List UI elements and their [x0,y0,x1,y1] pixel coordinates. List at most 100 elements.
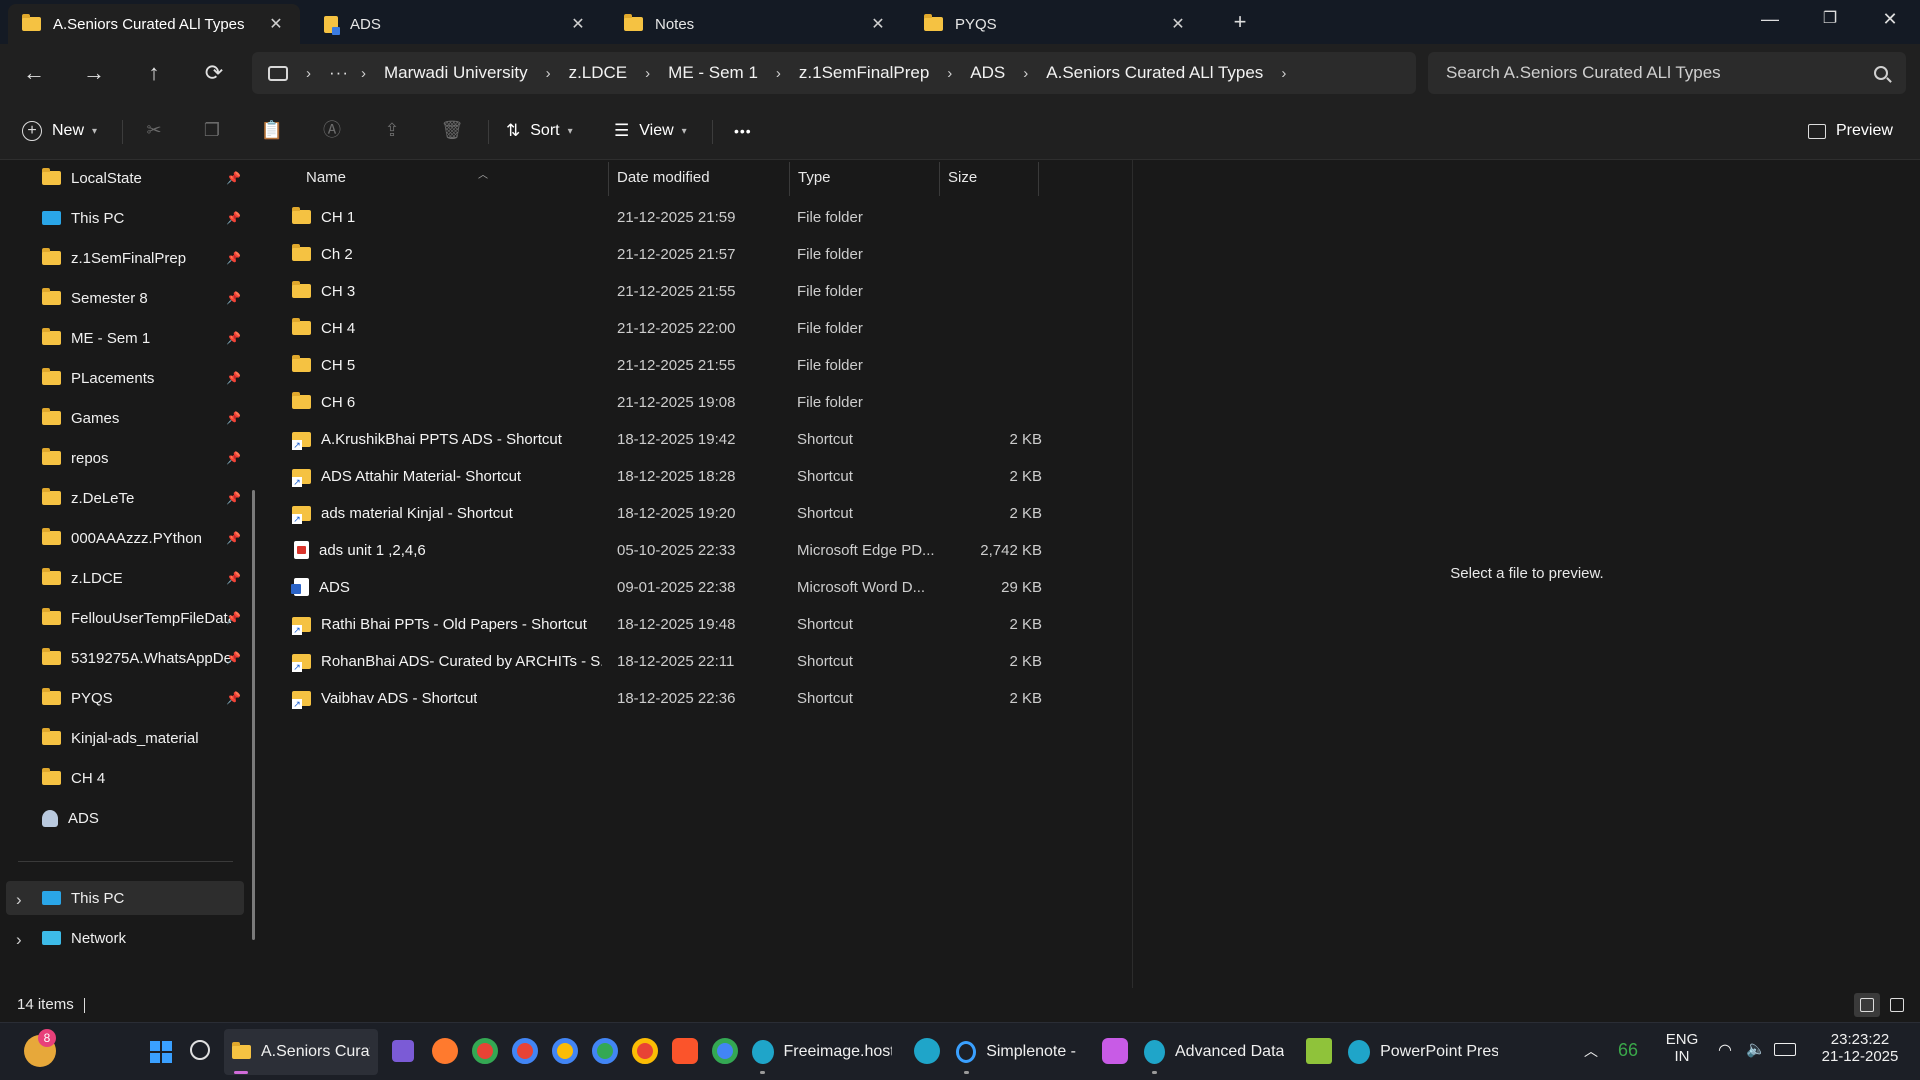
tray-app-counter[interactable]: 66 [1618,1040,1638,1061]
close-tab-icon[interactable]: ✕ [1168,14,1188,34]
breadcrumb-item[interactable]: ME - Sem 1 [668,63,758,83]
close-tab-icon[interactable]: ✕ [568,14,588,34]
chrome-icon[interactable] [632,1038,658,1064]
share-icon[interactable]: ⇪ [380,118,404,142]
sidebar-item[interactable]: z.LDCE 📌 [42,564,242,592]
file-row[interactable]: Vaibhav ADS - Shortcut 18-12-2025 22:36 Sh… [282,681,1082,715]
sidebar-item[interactable]: ADS [42,804,242,832]
sidebar-item[interactable]: z.1SemFinalPrep 📌 [42,244,242,272]
file-row[interactable]: CH 3 21-12-2025 21:55 File folder [282,274,1082,308]
file-row[interactable]: CH 1 21-12-2025 21:59 File folder [282,200,1082,234]
sidebar-item[interactable]: Games 📌 [42,404,242,432]
back-button[interactable]: ← [16,56,52,90]
taskbar-app-simplenote[interactable]: Simplenote - C [948,1029,1088,1075]
column-divider[interactable] [1038,162,1039,196]
sidebar-item[interactable]: repos 📌 [42,444,242,472]
column-header-name[interactable]: Name ︿ [298,160,598,196]
chevron-right-icon[interactable]: › [306,65,311,82]
file-row[interactable]: Ch 2 21-12-2025 21:57 File folder [282,237,1082,271]
show-hidden-icons-button[interactable]: ︿ [1584,1041,1598,1061]
sidebar-item[interactable]: 5319275A.WhatsAppDe 📌 [42,644,242,672]
brave-icon[interactable] [672,1038,698,1064]
breadcrumb[interactable]: › ··· › Marwadi University › z.LDCE › ME… [252,52,1416,94]
delete-icon[interactable]: 🗑 [440,118,464,142]
copy-icon[interactable]: ❐ [200,118,224,142]
file-row[interactable]: CH 6 21-12-2025 19:08 File folder [282,385,1082,419]
chrome-icon[interactable] [512,1038,538,1064]
breadcrumb-item[interactable]: z.1SemFinalPrep [799,63,929,83]
close-tab-icon[interactable]: ✕ [266,14,286,34]
refresh-button[interactable]: ⟳ [196,56,232,90]
view-button[interactable]: ☰ View ▾ [614,116,687,146]
clock[interactable]: 23:23:22 21-12-2025 [1810,1031,1910,1065]
expand-chevron-icon[interactable]: › [16,890,22,910]
tab-pyqs[interactable]: PYQS ✕ [910,4,1202,44]
breadcrumb-item[interactable]: Marwadi University [384,63,528,83]
column-header-type[interactable]: Type [790,160,940,196]
sidebar-item[interactable]: FellouUserTempFileData 📌 [42,604,242,632]
sort-button[interactable]: ⇅ Sort ▾ [506,116,573,146]
sidebar-root-item[interactable]: This PC [42,884,242,912]
rename-icon[interactable]: Ⓐ [320,118,344,142]
forward-button[interactable]: → [76,56,112,90]
file-row[interactable]: CH 5 21-12-2025 21:55 File folder [282,348,1082,382]
sidebar-item[interactable]: This PC 📌 [42,204,242,232]
volume-icon[interactable]: 🔈 [1746,1039,1766,1059]
language-indicator[interactable]: ENG IN [1662,1031,1702,1065]
tiles-view-button[interactable] [1884,993,1910,1017]
windows-start-icon[interactable] [150,1041,172,1063]
sidebar-item[interactable]: Kinjal-ads_material [42,724,242,752]
tab-seniors-curated[interactable]: A.Seniors Curated ALl Types ✕ [8,4,300,44]
file-row[interactable]: ADS Attahir Material- Shortcut 18-12-2025… [282,459,1082,493]
minimize-button[interactable]: — [1740,0,1800,40]
chrome-icon[interactable] [592,1038,618,1064]
edge-icon[interactable] [914,1038,940,1064]
maximize-button[interactable]: ❐ [1800,0,1860,40]
breadcrumb-item-current[interactable]: A.Seniors Curated ALl Types [1046,63,1263,83]
sidebar-item[interactable]: CH 4 [42,764,242,792]
onenote-icon[interactable] [392,1040,414,1062]
firefox-icon[interactable] [432,1038,458,1064]
taskbar-app-powerpoint[interactable]: PowerPoint Prese [1340,1029,1506,1075]
sidebar-scrollbar[interactable] [252,490,255,940]
chrome-icon[interactable] [472,1038,498,1064]
close-tab-icon[interactable]: ✕ [868,14,888,34]
breadcrumb-overflow[interactable]: ··· [329,63,349,83]
sidebar-item[interactable]: Semester 8 📌 [42,284,242,312]
file-row[interactable]: RohanBhai ADS- Curated by ARCHITs - S...… [282,644,1082,678]
more-options-button[interactable]: ••• [734,116,752,146]
sidebar-item[interactable]: z.DeLeTe 📌 [42,484,242,512]
chrome-icon[interactable] [552,1038,578,1064]
tab-ads[interactable]: ADS ✕ [310,4,602,44]
breadcrumb-item[interactable]: z.LDCE [569,63,628,83]
chevron-right-icon[interactable]: › [947,65,952,82]
file-row[interactable]: CH 4 21-12-2025 22:00 File folder [282,311,1082,345]
taskbar-app-file-explorer[interactable]: A.Seniors Curated [224,1029,378,1075]
tab-notes[interactable]: Notes ✕ [610,4,902,44]
file-row[interactable]: ADS 09-01-2025 22:38 Microsoft Word D... 29… [282,570,1082,604]
sidebar-item[interactable]: LocalState 📌 [42,164,242,192]
file-row[interactable]: ads material Kinjal - Shortcut 18-12-2025… [282,496,1082,530]
search-input[interactable]: Search A.Seniors Curated ALl Types [1428,52,1906,94]
close-window-button[interactable]: ✕ [1860,0,1920,40]
details-view-button[interactable] [1854,993,1880,1017]
search-icon[interactable] [190,1040,210,1060]
preview-button[interactable]: Preview [1808,116,1893,146]
chevron-right-icon[interactable]: › [361,65,366,82]
chrome-icon[interactable] [712,1038,738,1064]
battery-icon[interactable] [1774,1043,1796,1056]
taskbar-app-advanced-data[interactable]: Advanced Data S [1136,1029,1292,1075]
up-button[interactable]: ↑ [136,56,172,90]
chevron-right-icon[interactable]: › [776,65,781,82]
chevron-right-icon[interactable]: › [1023,65,1028,82]
paste-icon[interactable]: 📋 [260,118,284,142]
file-row[interactable]: ads unit 1 ,2,4,6 05-10-2025 22:33 Microso… [282,533,1082,567]
sidebar-item[interactable]: 000AAAzzz.PYthon 📌 [42,524,242,552]
monitor-icon[interactable] [268,65,288,81]
sidebar-item[interactable]: PLacements 📌 [42,364,242,392]
cut-icon[interactable]: ✂ [142,118,166,142]
copilot-icon[interactable] [1102,1038,1128,1064]
column-header-date[interactable]: Date modified [609,160,789,196]
file-row[interactable]: A.KrushikBhai PPTS ADS - Shortcut 18-12-2… [282,422,1082,456]
wifi-icon[interactable]: ◠ [1718,1040,1732,1060]
